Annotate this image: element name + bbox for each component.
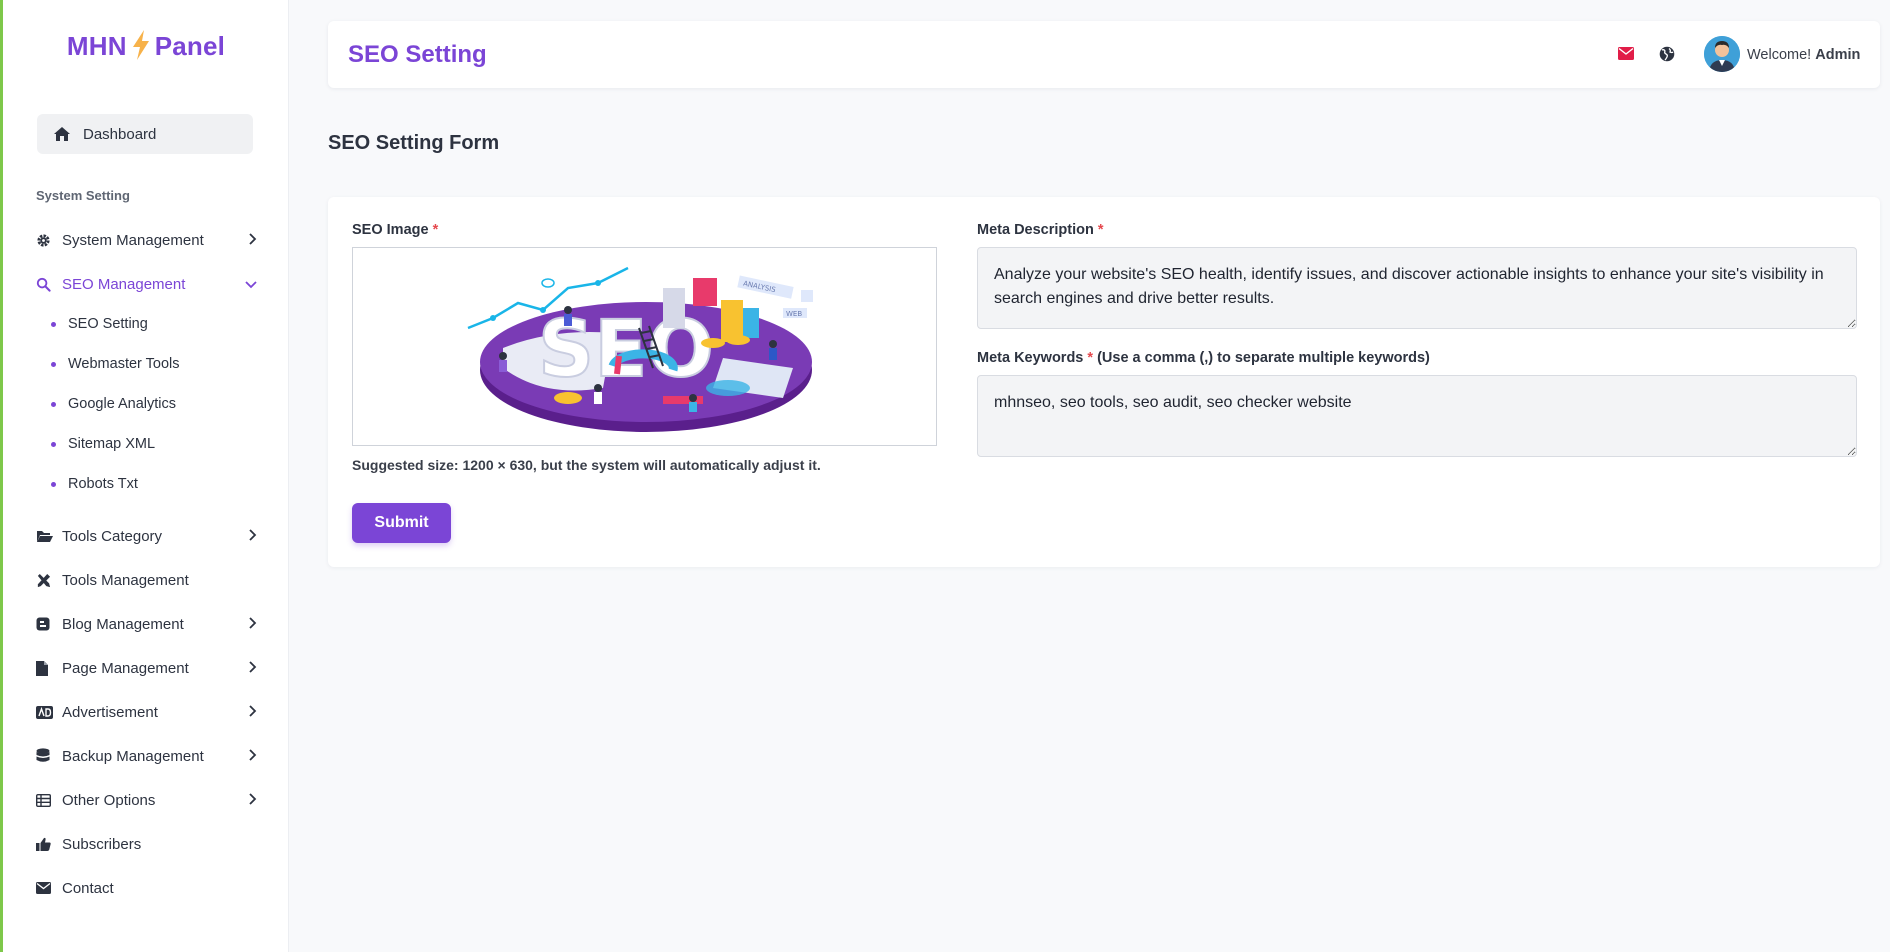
bullet-icon (51, 361, 56, 367)
brand-right: Panel (154, 31, 226, 61)
meta-keywords-textarea[interactable]: mhnseo, seo tools, seo audit, seo checke… (977, 375, 1857, 457)
required-mark: * (1097, 222, 1104, 238)
seo-form-card: SEO Image * SEO ANALYSIS WEB Suggested s… (328, 197, 1880, 567)
lightning-bolt-icon (132, 30, 149, 60)
sidebar-item-seo-management[interactable]: SEO Management (36, 272, 258, 296)
bullet-icon (51, 441, 56, 447)
sidebar-item-label: Tools Category (62, 527, 163, 545)
image-size-hint: Suggested size: 1200 × 630, but the syst… (352, 457, 821, 473)
subitem-label: Webmaster Tools (68, 356, 180, 372)
search-icon (36, 277, 51, 292)
table-icon (36, 793, 51, 807)
sidebar-subitem-robots-txt[interactable]: Robots Txt (51, 474, 138, 494)
sidebar-item-label: Subscribers (62, 835, 142, 853)
mail-icon[interactable] (1618, 47, 1634, 60)
meta-description-textarea[interactable]: Analyze your website's SEO health, ident… (977, 247, 1857, 329)
sidebar-item-label: Advertisement (62, 703, 158, 721)
sidebar-item-system-management[interactable]: System Management (36, 228, 258, 252)
chevron-right-icon (249, 233, 257, 245)
sidebar-item-label: SEO Management (62, 275, 186, 293)
sidebar-section-label: System Setting (36, 188, 130, 203)
database-icon (36, 748, 50, 762)
sidebar-item-label: Tools Management (62, 571, 189, 589)
meta-keywords-label: Meta Keywords * (Use a comma (,) to sepa… (977, 350, 1430, 366)
chevron-right-icon (249, 529, 257, 541)
subitem-label: SEO Setting (68, 316, 148, 332)
label-text: SEO Image (352, 222, 429, 238)
sidebar-item-label: Contact (62, 879, 114, 897)
illustration-tag-web: WEB (786, 310, 802, 318)
sidebar-item-label: System Management (62, 231, 204, 249)
page-title: SEO Setting (348, 41, 487, 68)
tools-icon (37, 573, 51, 587)
top-header: SEO Setting Welcome! Admin (328, 21, 1880, 88)
welcome-prefix: Welcome! (1747, 47, 1812, 63)
brand-left: MHN (66, 31, 127, 61)
home-icon (54, 127, 70, 141)
meta-keywords-note: (Use a comma (,) to separate multiple ke… (1097, 350, 1430, 366)
sidebar-item-label: Dashboard (83, 125, 157, 143)
sidebar-item-label: Page Management (62, 659, 189, 677)
seo-image-upload[interactable]: SEO ANALYSIS WEB (352, 247, 937, 446)
folder-open-icon (37, 531, 53, 542)
sidebar-item-dashboard[interactable]: Dashboard (37, 114, 253, 154)
sidebar-item-label: Blog Management (62, 615, 184, 633)
user-avatar-icon (1704, 36, 1740, 72)
gear-icon (37, 233, 50, 247)
bullet-icon (51, 401, 56, 407)
label-text: Meta Description (977, 222, 1094, 238)
chevron-down-icon (245, 281, 257, 289)
globe-icon[interactable] (1659, 46, 1675, 62)
sidebar: MHN Panel Dashboard System Setting System… (3, 0, 289, 952)
chevron-right-icon (249, 661, 257, 673)
form-heading: SEO Setting Form (328, 132, 500, 154)
sidebar-item-tools-management[interactable]: Tools Management (36, 568, 258, 592)
required-mark: * (1087, 350, 1094, 366)
thumbs-up-icon (36, 837, 51, 851)
avatar[interactable] (1704, 36, 1740, 72)
bullet-icon (51, 321, 56, 327)
brand-logo[interactable]: MHN Panel (3, 30, 289, 62)
file-icon (36, 660, 48, 676)
sidebar-subitem-google-analytics[interactable]: Google Analytics (51, 394, 176, 414)
bullet-icon (51, 481, 56, 487)
welcome-text: Welcome! Admin (1747, 47, 1860, 63)
chevron-right-icon (249, 749, 257, 761)
sidebar-item-label: Backup Management (62, 747, 204, 765)
meta-description-label: Meta Description * (977, 222, 1104, 238)
envelope-icon (36, 882, 51, 894)
sidebar-item-page-management[interactable]: Page Management (36, 656, 258, 680)
sidebar-item-other-options[interactable]: Other Options (36, 788, 258, 812)
sidebar-item-advertisement[interactable]: Advertisement (36, 700, 258, 724)
sidebar-subitem-sitemap-xml[interactable]: Sitemap XML (51, 434, 155, 454)
chevron-right-icon (249, 617, 257, 629)
chevron-right-icon (249, 705, 257, 717)
sidebar-item-subscribers[interactable]: Subscribers (36, 832, 258, 856)
sidebar-subitem-seo-setting[interactable]: SEO Setting (51, 314, 148, 334)
ad-icon (36, 705, 53, 719)
sidebar-item-label: Other Options (62, 791, 156, 809)
subitem-label: Google Analytics (68, 396, 177, 412)
seo-illustration: SEO ANALYSIS WEB (467, 266, 813, 432)
welcome-user[interactable]: Admin (1815, 47, 1860, 63)
sidebar-item-tools-category[interactable]: Tools Category (36, 524, 258, 548)
seo-image-label: SEO Image * (352, 222, 438, 238)
chevron-right-icon (249, 793, 257, 805)
subitem-label: Robots Txt (68, 476, 138, 492)
blog-icon (36, 617, 50, 631)
sidebar-item-backup-management[interactable]: Backup Management (36, 744, 258, 768)
submit-button[interactable]: Submit (352, 503, 451, 543)
sidebar-item-blog-management[interactable]: Blog Management (36, 612, 258, 636)
required-mark: * (432, 222, 439, 238)
sidebar-subitem-webmaster-tools[interactable]: Webmaster Tools (51, 354, 179, 374)
sidebar-item-contact[interactable]: Contact (36, 876, 258, 900)
label-text: Meta Keywords (977, 350, 1084, 366)
subitem-label: Sitemap XML (68, 436, 156, 452)
